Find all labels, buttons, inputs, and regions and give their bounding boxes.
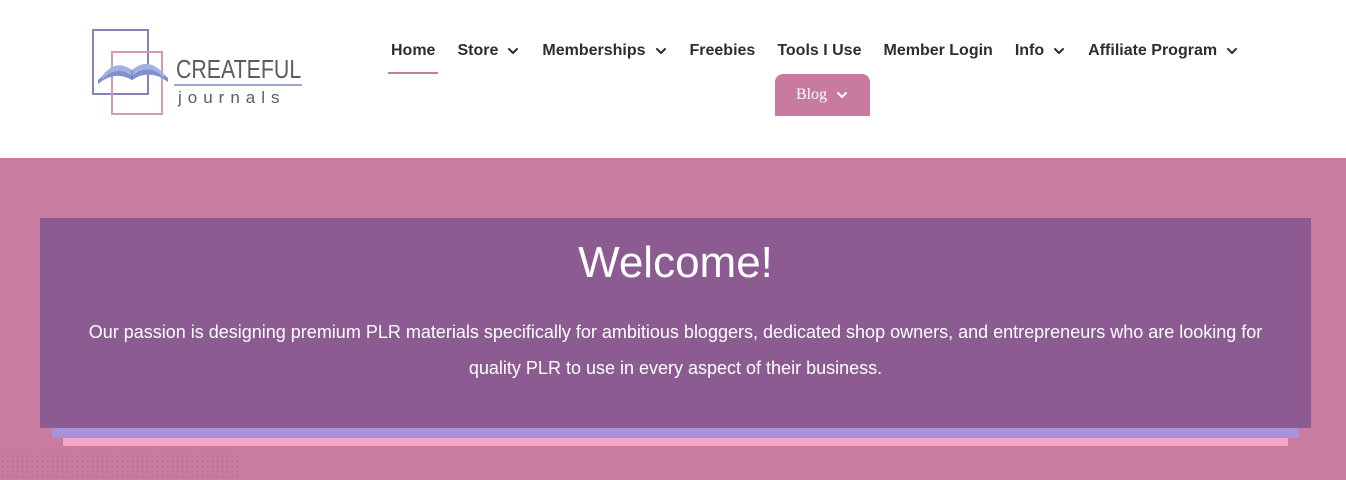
chevron-down-icon	[654, 44, 668, 58]
nav-item-label: Memberships	[542, 42, 646, 59]
logo-text-createful: CREATEFUL	[176, 54, 302, 84]
nav-item-label: Member Login	[883, 42, 993, 59]
hero-section: Welcome! Our passion is designing premiu…	[0, 158, 1346, 480]
nav-item-label: Blog	[795, 86, 828, 103]
nav-item-label: Tools I Use	[777, 42, 862, 59]
site-logo[interactable]: CREATEFUL journals	[90, 28, 305, 118]
welcome-text: Our passion is designing premium PLR mat…	[88, 322, 1263, 378]
decorative-dots	[0, 454, 240, 480]
decorative-stripe	[52, 428, 1299, 438]
nav-item-label: Store	[457, 42, 499, 59]
nav-item-blog[interactable]: Blog	[775, 74, 870, 116]
nav-item-freebies[interactable]: Freebies	[679, 30, 767, 72]
welcome-card: Welcome! Our passion is designing premiu…	[40, 218, 1311, 428]
nav-item-affiliate-program[interactable]: Affiliate Program	[1077, 30, 1250, 72]
logo-text-journals: journals	[178, 88, 286, 107]
nav-item-label: Info	[1014, 42, 1045, 59]
welcome-title: Welcome!	[578, 238, 773, 287]
nav-item-store[interactable]: Store	[446, 30, 531, 72]
chevron-down-icon	[835, 88, 849, 102]
main-nav: Home Store Memberships Freebies Tools I Use M…	[380, 30, 1260, 74]
nav-item-home[interactable]: Home	[380, 30, 446, 74]
chevron-down-icon	[506, 44, 520, 58]
nav-item-label: Affiliate Program	[1088, 42, 1218, 59]
nav-item-label: Home	[391, 42, 436, 59]
logo-divider	[174, 84, 302, 86]
nav-item-tools-i-use[interactable]: Tools I Use	[766, 30, 872, 72]
nav-item-memberships[interactable]: Memberships	[531, 30, 678, 72]
nav-item-member-login[interactable]: Member Login	[872, 30, 1003, 72]
chevron-down-icon	[1225, 44, 1239, 58]
chevron-down-icon	[1052, 44, 1066, 58]
site-header: CREATEFUL journals Home Store Memberships F…	[0, 0, 1346, 158]
nav-item-info[interactable]: Info	[1004, 30, 1077, 72]
nav-item-label: Freebies	[689, 42, 756, 59]
